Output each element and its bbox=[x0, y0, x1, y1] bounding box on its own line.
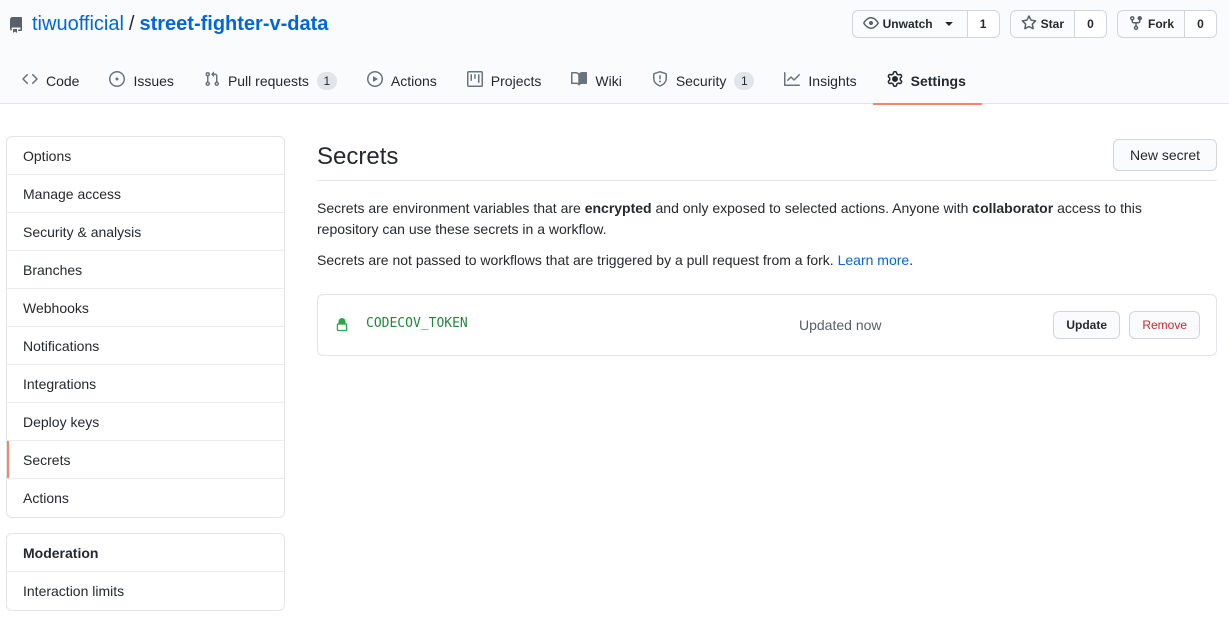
moderation-sidebar: Moderation Interaction limits bbox=[6, 533, 285, 611]
lock-icon bbox=[335, 317, 349, 333]
fork-icon bbox=[1128, 15, 1144, 34]
shield-icon bbox=[652, 71, 668, 90]
repo-title: tiwuofficial / street-fighter-v-data bbox=[8, 10, 328, 38]
sidebar-item-branches[interactable]: Branches bbox=[7, 251, 284, 289]
desc-text: Secrets are not passed to workflows that… bbox=[317, 252, 838, 268]
code-icon bbox=[22, 71, 38, 90]
fork-label: Fork bbox=[1147, 17, 1174, 31]
secret-row: CODECOV_TOKEN Updated now Update Remove bbox=[317, 294, 1217, 356]
star-button-group: Star 0 bbox=[1009, 10, 1107, 38]
tab-security[interactable]: Security 1 bbox=[638, 57, 771, 104]
tab-pull-requests[interactable]: Pull requests 1 bbox=[190, 57, 353, 104]
pull-requests-counter: 1 bbox=[316, 71, 337, 90]
sidebar-item-actions[interactable]: Actions bbox=[7, 479, 284, 517]
star-icon bbox=[1021, 14, 1037, 34]
secrets-description: Secrets are environment variables that a… bbox=[317, 198, 1197, 271]
sidebar-item-deploy-keys[interactable]: Deploy keys bbox=[7, 403, 284, 441]
secret-name: CODECOV_TOKEN bbox=[366, 316, 468, 331]
star-count[interactable]: 0 bbox=[1074, 11, 1106, 37]
sidebar-item-integrations[interactable]: Integrations bbox=[7, 365, 284, 403]
tab-actions[interactable]: Actions bbox=[353, 57, 453, 104]
eye-icon bbox=[862, 15, 879, 34]
repo-icon bbox=[8, 16, 24, 33]
description-paragraph-2: Secrets are not passed to workflows that… bbox=[317, 250, 1197, 271]
issue-icon bbox=[109, 71, 126, 90]
chevron-down-icon bbox=[941, 15, 957, 34]
repo-header: tiwuofficial / street-fighter-v-data Unw… bbox=[0, 0, 1229, 105]
tab-projects[interactable]: Projects bbox=[453, 57, 558, 104]
book-icon bbox=[571, 71, 588, 90]
security-counter: 1 bbox=[734, 71, 755, 90]
sidebar-item-notifications[interactable]: Notifications bbox=[7, 327, 284, 365]
project-icon bbox=[466, 71, 483, 90]
desc-text: Secrets are environment variables that a… bbox=[317, 200, 585, 216]
tab-label: Security bbox=[675, 72, 727, 89]
desc-bold-encrypted: encrypted bbox=[584, 200, 652, 216]
repo-nav-tabs: Code Issues Pull requests 1 Actions Proj… bbox=[8, 57, 983, 105]
remove-secret-button[interactable]: Remove bbox=[1129, 311, 1200, 339]
desc-text: and only exposed to selected actions. An… bbox=[651, 200, 973, 216]
sidebar-item-manage-access[interactable]: Manage access bbox=[7, 175, 284, 213]
tab-label: Wiki bbox=[595, 72, 622, 89]
tab-code[interactable]: Code bbox=[8, 57, 95, 104]
gear-icon bbox=[887, 71, 903, 90]
star-button[interactable]: Star bbox=[1011, 11, 1075, 37]
watch-button-group: Unwatch 1 bbox=[851, 10, 1000, 38]
fork-count[interactable]: 0 bbox=[1185, 11, 1216, 37]
repo-name-link[interactable]: street-fighter-v-data bbox=[139, 13, 328, 36]
repo-actions: Unwatch 1 Star 0 Fork 0 bbox=[851, 10, 1217, 38]
tab-label: Pull requests bbox=[227, 72, 309, 89]
tab-insights[interactable]: Insights bbox=[770, 57, 872, 104]
learn-more-link[interactable]: Learn more bbox=[838, 252, 910, 268]
unwatch-button[interactable]: Unwatch bbox=[853, 11, 968, 37]
repo-owner-link[interactable]: tiwuofficial bbox=[32, 13, 124, 36]
new-secret-button[interactable]: New secret bbox=[1112, 138, 1217, 171]
secrets-main: Secrets New secret Secrets are environme… bbox=[317, 136, 1217, 356]
tab-settings[interactable]: Settings bbox=[872, 57, 983, 105]
tab-label: Code bbox=[46, 72, 80, 89]
sidebar-item-webhooks[interactable]: Webhooks bbox=[7, 289, 284, 327]
tab-label: Projects bbox=[490, 72, 542, 89]
subhead: Secrets New secret bbox=[317, 136, 1217, 181]
description-paragraph-1: Secrets are environment variables that a… bbox=[317, 198, 1197, 240]
sidebar-item-interaction-limits[interactable]: Interaction limits bbox=[7, 572, 284, 610]
tab-label: Settings bbox=[910, 72, 966, 89]
desc-bold-collaborator: collaborator bbox=[972, 200, 1054, 216]
star-label: Star bbox=[1040, 17, 1064, 31]
moderation-heading: Moderation bbox=[7, 534, 284, 572]
pull-request-icon bbox=[204, 71, 220, 90]
tab-label: Actions bbox=[390, 72, 437, 89]
sidebar-item-security-analysis[interactable]: Security & analysis bbox=[7, 213, 284, 251]
repo-separator: / bbox=[128, 12, 135, 35]
tab-issues[interactable]: Issues bbox=[95, 57, 189, 104]
settings-sidebar: Options Manage access Security & analysi… bbox=[6, 136, 285, 518]
play-icon bbox=[366, 71, 383, 90]
unwatch-label: Unwatch bbox=[882, 17, 933, 31]
sidebar-item-options[interactable]: Options bbox=[7, 137, 284, 175]
tab-wiki[interactable]: Wiki bbox=[557, 57, 637, 104]
watch-count[interactable]: 1 bbox=[967, 11, 999, 37]
fork-button-group: Fork 0 bbox=[1116, 10, 1217, 38]
desc-text: . bbox=[909, 252, 914, 268]
sidebar-item-secrets[interactable]: Secrets bbox=[7, 441, 284, 479]
update-secret-button[interactable]: Update bbox=[1053, 311, 1120, 339]
secret-updated: Updated now bbox=[799, 317, 882, 333]
page-title: Secrets bbox=[317, 143, 399, 170]
graph-icon bbox=[784, 71, 801, 90]
tab-label: Insights bbox=[808, 72, 857, 89]
fork-button[interactable]: Fork bbox=[1118, 11, 1185, 37]
tab-label: Issues bbox=[133, 72, 174, 89]
